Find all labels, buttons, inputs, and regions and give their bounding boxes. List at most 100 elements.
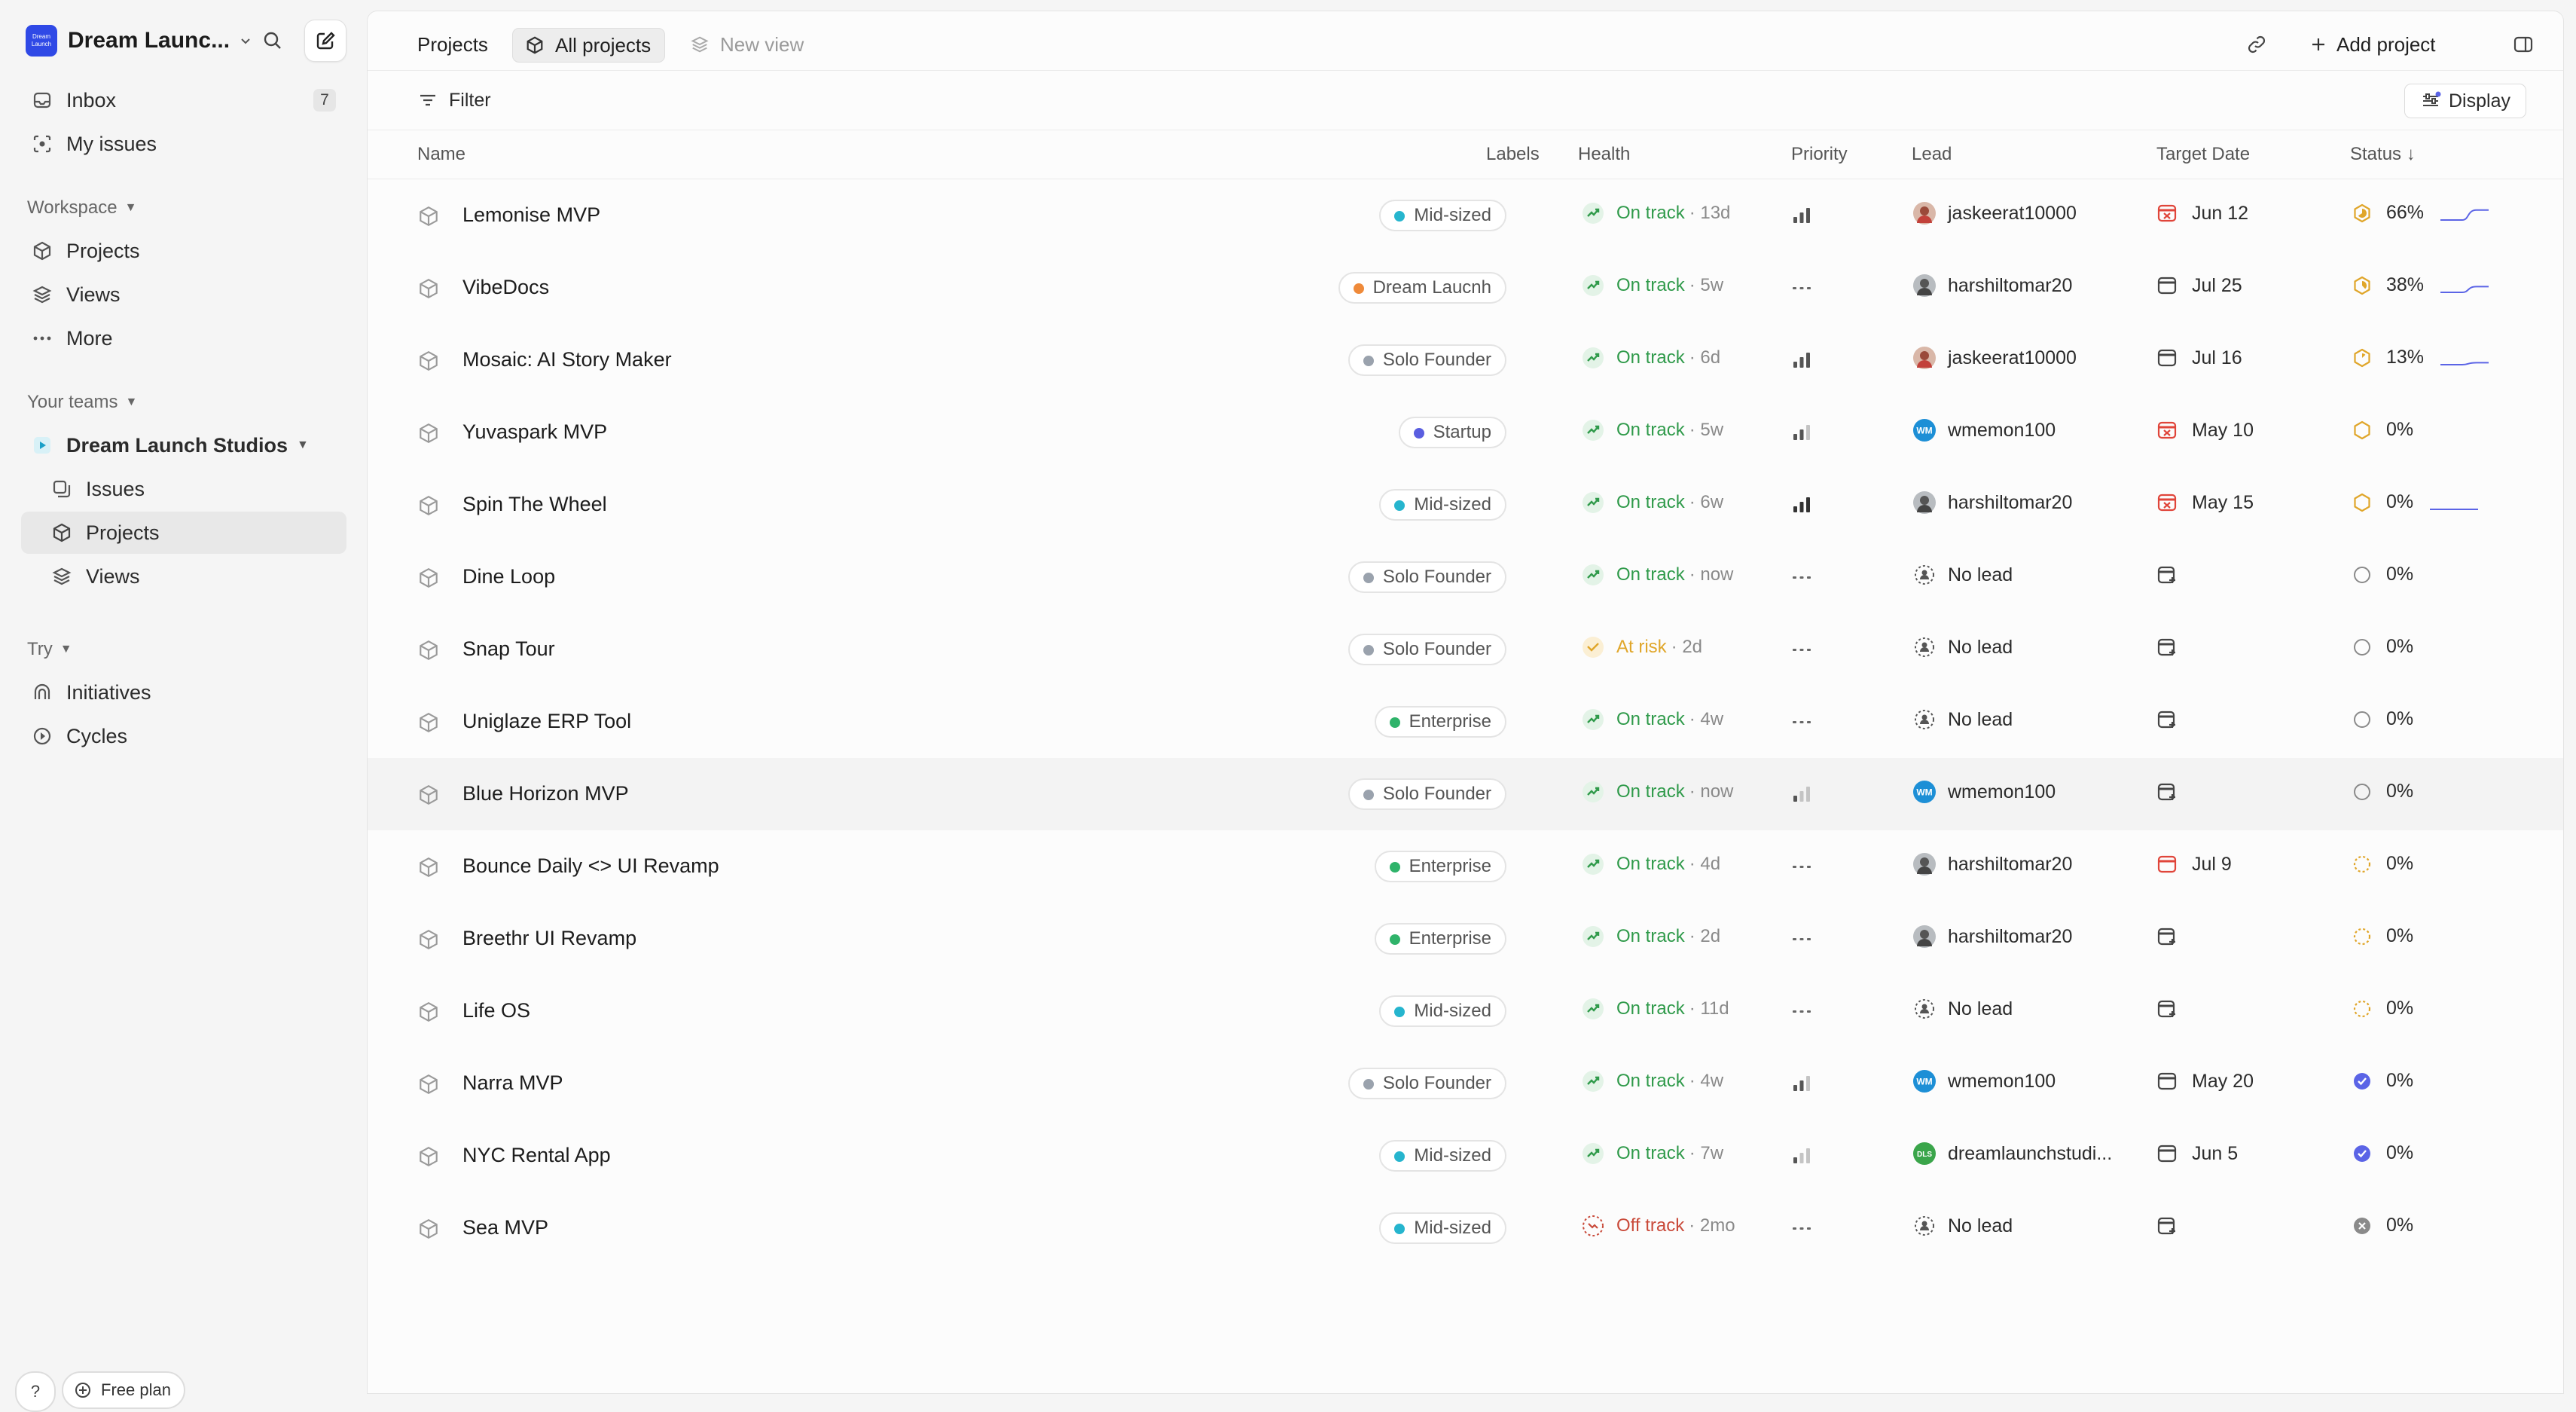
lead-cell[interactable]: WM wmemon100 bbox=[1913, 781, 2056, 803]
sidebar-item-team-issues[interactable]: Issues bbox=[21, 468, 346, 510]
target-date-cell[interactable]: May 20 bbox=[2156, 1070, 2254, 1093]
target-date-cell[interactable]: Jun 5 bbox=[2156, 1142, 2238, 1165]
table-row[interactable]: Sea MVP Mid-sized Off track · 2mo No lead… bbox=[368, 1192, 2563, 1264]
project-name[interactable]: Uniglaze ERP Tool bbox=[462, 710, 631, 733]
label-chip[interactable]: Solo Founder bbox=[1348, 634, 1506, 665]
tab-new-view[interactable]: New view bbox=[688, 28, 804, 61]
status-cell[interactable]: 0% bbox=[2352, 1215, 2413, 1236]
status-cell[interactable]: 0% bbox=[2352, 636, 2413, 658]
status-cell[interactable]: 0% bbox=[2352, 925, 2413, 947]
display-button[interactable]: Display bbox=[2404, 84, 2526, 118]
priority-icon[interactable] bbox=[1790, 783, 1814, 805]
label-chip[interactable]: Solo Founder bbox=[1348, 344, 1506, 376]
status-cell[interactable]: 0% bbox=[2352, 998, 2413, 1019]
target-date-cell[interactable]: Jul 9 bbox=[2156, 853, 2232, 876]
sidebar-toggle-icon[interactable] bbox=[2507, 28, 2540, 61]
health-status[interactable]: On track · now bbox=[1582, 564, 1733, 586]
health-status[interactable]: On track · 11d bbox=[1582, 998, 1729, 1020]
project-name[interactable]: Snap Tour bbox=[462, 637, 555, 661]
lead-cell[interactable]: harshiltomar20 bbox=[1913, 925, 2072, 948]
add-project-button[interactable]: Add project bbox=[2309, 28, 2436, 61]
sidebar-team-dream-launch[interactable]: Dream Launch Studios ▼ bbox=[21, 424, 346, 466]
target-date-cell[interactable] bbox=[2156, 636, 2192, 659]
priority-icon[interactable] bbox=[1790, 638, 1814, 661]
filter-button[interactable]: Filter bbox=[417, 84, 491, 117]
sidebar-item-team-projects[interactable]: Projects bbox=[21, 512, 346, 554]
status-cell[interactable]: 13% bbox=[2352, 347, 2424, 368]
target-date-cell[interactable]: Jun 12 bbox=[2156, 202, 2248, 225]
status-cell[interactable]: 0% bbox=[2352, 853, 2413, 875]
health-status[interactable]: On track · 6d bbox=[1582, 347, 1720, 369]
project-name[interactable]: Lemonise MVP bbox=[462, 203, 600, 227]
project-name[interactable]: Dine Loop bbox=[462, 565, 555, 588]
target-date-cell[interactable]: Jul 16 bbox=[2156, 347, 2242, 369]
page-title[interactable]: Projects bbox=[417, 28, 488, 61]
project-name[interactable]: Narra MVP bbox=[462, 1071, 563, 1095]
lead-cell[interactable]: harshiltomar20 bbox=[1913, 274, 2072, 297]
table-row[interactable]: Snap Tour Solo Founder At risk · 2d No le… bbox=[368, 613, 2563, 686]
priority-icon[interactable] bbox=[1790, 711, 1814, 733]
lead-cell[interactable]: No lead bbox=[1913, 998, 2013, 1020]
col-priority[interactable]: Priority bbox=[1791, 144, 1848, 165]
label-chip[interactable]: Enterprise bbox=[1374, 923, 1506, 955]
health-status[interactable]: On track · 13d bbox=[1582, 202, 1730, 225]
label-chip[interactable]: Mid-sized bbox=[1379, 1140, 1506, 1172]
tab-all-projects[interactable]: All projects bbox=[512, 28, 666, 63]
label-chip[interactable]: Mid-sized bbox=[1379, 489, 1506, 521]
project-name[interactable]: Bounce Daily <> UI Revamp bbox=[462, 854, 719, 878]
try-section-label[interactable]: Try ▼ bbox=[27, 639, 72, 660]
workspace-switcher[interactable]: Dream Launch Dream Launc... bbox=[26, 23, 254, 59]
table-row[interactable]: Narra MVP Solo Founder On track · 4w WM wm… bbox=[368, 1047, 2563, 1120]
table-row[interactable]: Life OS Mid-sized On track · 11d No lead … bbox=[368, 975, 2563, 1047]
project-name[interactable]: Spin The Wheel bbox=[462, 493, 607, 516]
priority-icon[interactable] bbox=[1790, 1000, 1814, 1022]
priority-icon[interactable] bbox=[1790, 421, 1814, 444]
target-date-cell[interactable] bbox=[2156, 998, 2192, 1020]
health-status[interactable]: On track · 2d bbox=[1582, 925, 1720, 948]
project-name[interactable]: Breethr UI Revamp bbox=[462, 927, 636, 950]
table-row[interactable]: Bounce Daily <> UI Revamp Enterprise On … bbox=[368, 830, 2563, 903]
status-cell[interactable]: 0% bbox=[2352, 781, 2413, 802]
health-status[interactable]: On track · 5w bbox=[1582, 419, 1723, 442]
health-status[interactable]: Off track · 2mo bbox=[1582, 1215, 1735, 1237]
priority-icon[interactable] bbox=[1790, 566, 1814, 588]
lead-cell[interactable]: jaskeerat10000 bbox=[1913, 347, 2077, 369]
lead-cell[interactable]: harshiltomar20 bbox=[1913, 491, 2072, 514]
sidebar-item-cycles[interactable]: Cycles bbox=[21, 715, 346, 757]
label-chip[interactable]: Solo Founder bbox=[1348, 1068, 1506, 1099]
health-status[interactable]: On track · now bbox=[1582, 781, 1733, 803]
target-date-cell[interactable]: May 10 bbox=[2156, 419, 2254, 442]
lead-cell[interactable]: No lead bbox=[1913, 636, 2013, 659]
label-chip[interactable]: Mid-sized bbox=[1379, 200, 1506, 231]
sidebar-item-more[interactable]: More bbox=[21, 317, 346, 359]
table-row[interactable]: Breethr UI Revamp Enterprise On track · 2… bbox=[368, 903, 2563, 975]
status-cell[interactable]: 0% bbox=[2352, 1142, 2413, 1164]
priority-icon[interactable] bbox=[1790, 1217, 1814, 1239]
health-status[interactable]: On track · 6w bbox=[1582, 491, 1723, 514]
table-row[interactable]: Mosaic: AI Story Maker Solo Founder On t… bbox=[368, 324, 2563, 396]
health-status[interactable]: On track · 4w bbox=[1582, 1070, 1723, 1093]
project-name[interactable]: Blue Horizon MVP bbox=[462, 782, 629, 805]
label-chip[interactable]: Enterprise bbox=[1374, 851, 1506, 882]
col-name[interactable]: Name bbox=[417, 144, 465, 165]
priority-icon[interactable] bbox=[1790, 204, 1814, 227]
col-labels[interactable]: Labels bbox=[1486, 144, 1540, 165]
label-chip[interactable]: Solo Founder bbox=[1348, 778, 1506, 810]
target-date-cell[interactable]: May 15 bbox=[2156, 491, 2254, 514]
sidebar-item-team-views[interactable]: Views bbox=[21, 555, 346, 598]
col-target-date[interactable]: Target Date bbox=[2156, 144, 2250, 165]
sidebar-item-initiatives[interactable]: Initiatives bbox=[21, 671, 346, 714]
label-chip[interactable]: Dream Laucnh bbox=[1338, 272, 1506, 304]
table-row[interactable]: Lemonise MVP Mid-sized On track · 13d jas… bbox=[368, 179, 2563, 252]
target-date-cell[interactable] bbox=[2156, 708, 2192, 731]
status-cell[interactable]: 0% bbox=[2352, 419, 2413, 441]
health-status[interactable]: On track · 5w bbox=[1582, 274, 1723, 297]
health-status[interactable]: At risk · 2d bbox=[1582, 636, 1702, 659]
lead-cell[interactable]: No lead bbox=[1913, 564, 2013, 586]
status-cell[interactable]: 0% bbox=[2352, 1070, 2413, 1092]
sidebar-item-projects[interactable]: Projects bbox=[21, 230, 346, 272]
project-name[interactable]: Yuvaspark MVP bbox=[462, 420, 607, 444]
lead-cell[interactable]: harshiltomar20 bbox=[1913, 853, 2072, 876]
priority-icon[interactable] bbox=[1790, 277, 1814, 299]
sidebar-item-inbox[interactable]: Inbox 7 bbox=[21, 79, 346, 121]
